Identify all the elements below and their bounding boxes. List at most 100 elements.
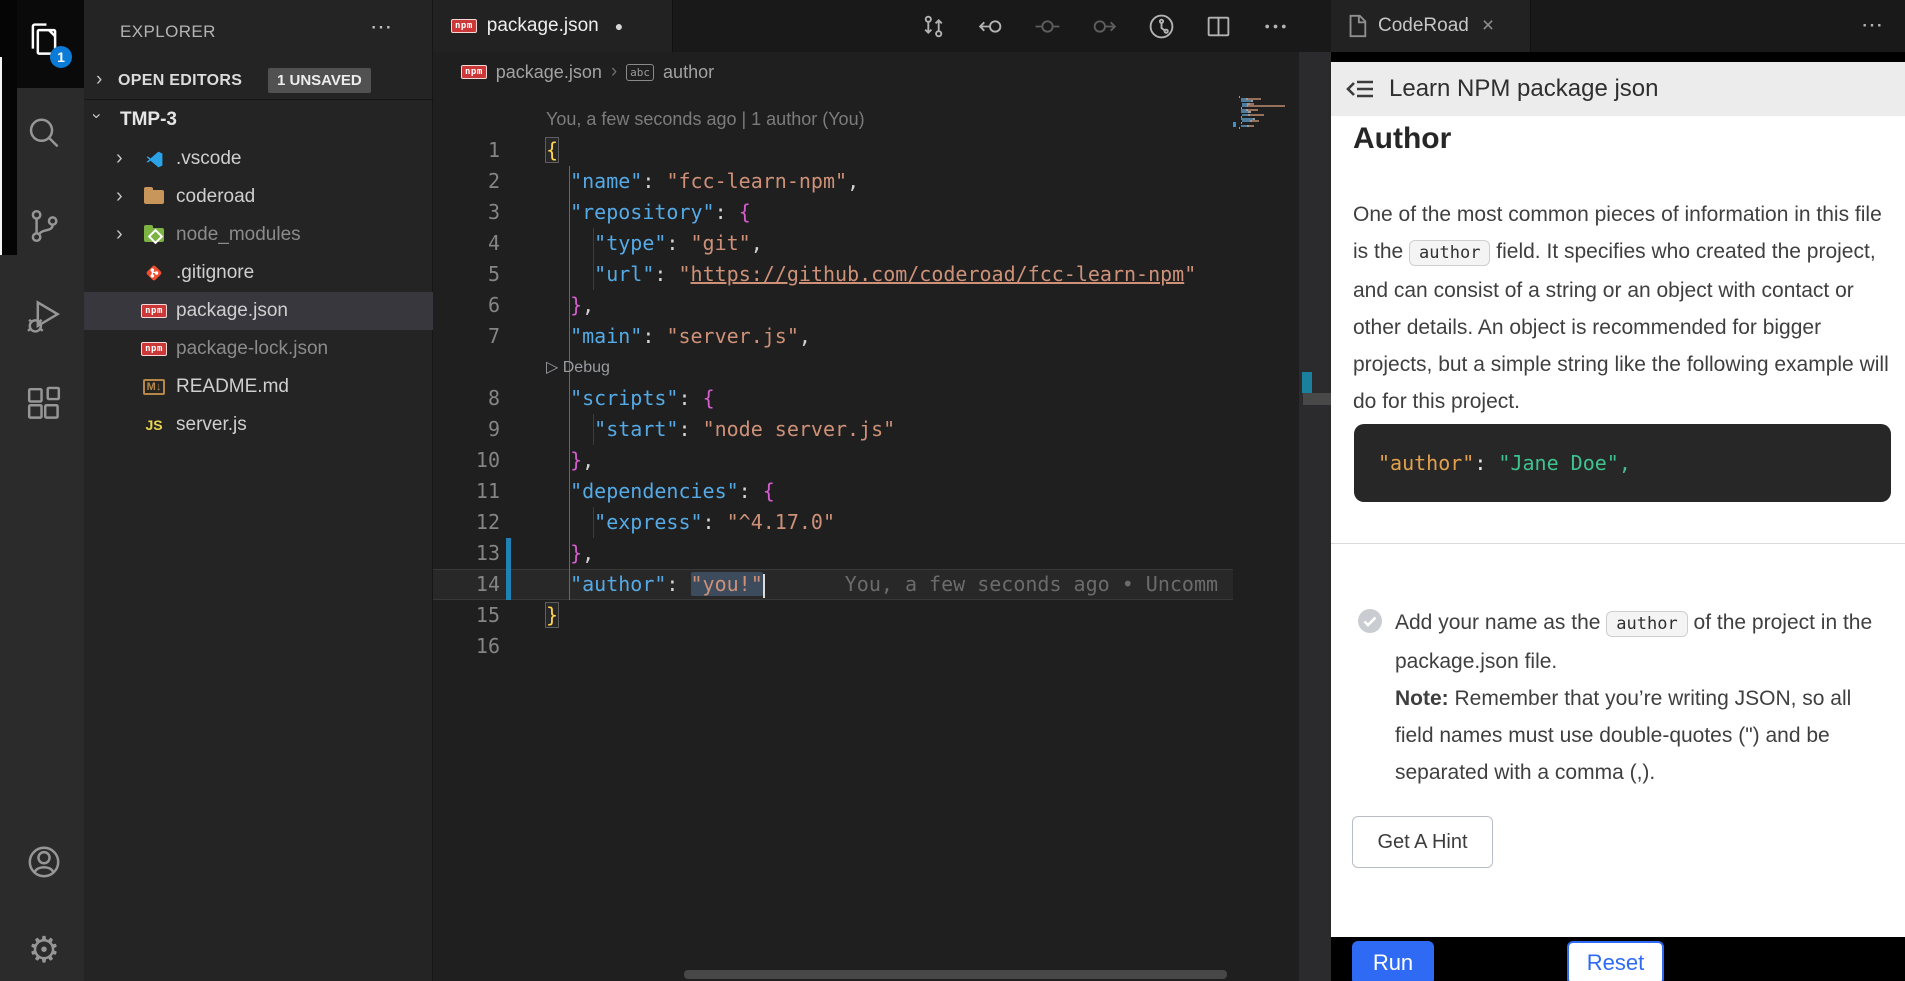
- code-line-text: "express": "^4.17.0": [546, 507, 835, 538]
- line-number[interactable]: 13: [433, 538, 500, 569]
- line-number[interactable]: 2: [433, 166, 500, 197]
- code-token: {: [763, 479, 775, 503]
- node-icon: [142, 224, 166, 246]
- file-item-package-lock-json[interactable]: npmpackage-lock.json: [84, 330, 433, 368]
- line-number[interactable]: 16: [433, 631, 500, 662]
- code-token: [546, 293, 570, 317]
- tab-package-json[interactable]: npm package.json ●: [433, 0, 673, 52]
- line-number[interactable]: 8: [433, 383, 500, 414]
- minimap[interactable]: [1233, 96, 1299, 156]
- task-note-text: Remember that you’re writing JSON, so al…: [1395, 687, 1851, 784]
- minimap-pixels: [1249, 125, 1254, 127]
- step-heading: Author: [1353, 122, 1451, 156]
- breadcrumb-symbol[interactable]: author: [663, 62, 714, 83]
- account-icon: [23, 841, 65, 883]
- code-token: "fcc-learn-npm": [666, 169, 847, 193]
- run-button[interactable]: Run: [1352, 941, 1434, 981]
- file-item-package-json[interactable]: npm package.json: [84, 292, 433, 330]
- breadcrumb: npm package.json › abc author: [461, 52, 714, 92]
- code-token: {: [545, 137, 559, 163]
- line-number[interactable]: 12: [433, 507, 500, 538]
- npm-icon: npm: [142, 300, 166, 322]
- split-editor-icon[interactable]: [1205, 13, 1232, 40]
- vertical-scrollbar[interactable]: [1299, 52, 1331, 981]
- debug-codelens[interactable]: ▷ Debug: [546, 352, 610, 383]
- horizontal-scrollbar[interactable]: [684, 970, 1227, 979]
- settings-icon: ⚙: [28, 932, 60, 968]
- markdown-icon: M↓: [142, 376, 166, 398]
- activitybar-item-extensions[interactable]: [18, 378, 70, 430]
- file-item-label: .vscode: [176, 148, 241, 170]
- file-item-gitignore[interactable]: .gitignore: [84, 254, 433, 292]
- reset-button[interactable]: Reset: [1567, 941, 1664, 981]
- code-token: ,: [582, 448, 594, 472]
- file-item-label: node_modules: [176, 224, 301, 246]
- file-item-label: package.json: [176, 300, 288, 322]
- modified-indicator[interactable]: ●: [615, 18, 623, 34]
- code-line-text: "url": "https://github.com/coderoad/fcc-…: [546, 259, 1196, 290]
- line-number[interactable]: 5: [433, 259, 500, 290]
- line-number[interactable]: 4: [433, 228, 500, 259]
- file-tree: ›.vscode›coderoad›node_modules.gitignore…: [84, 0, 433, 981]
- tutorial-title: Learn NPM package json: [1389, 75, 1658, 103]
- code-token: ": [1184, 262, 1196, 286]
- code-token: }: [570, 293, 582, 317]
- line-number[interactable]: 6: [433, 290, 500, 321]
- line-number[interactable]: 15: [433, 600, 500, 631]
- activitybar-item-search[interactable]: [18, 108, 70, 160]
- get-a-hint-button[interactable]: Get A Hint: [1352, 816, 1493, 868]
- minimap-pixels: [1239, 127, 1240, 129]
- file-item-server-js[interactable]: JSserver.js: [84, 406, 433, 444]
- line-number[interactable]: 3: [433, 197, 500, 228]
- inline-code-chip: author: [1606, 611, 1687, 637]
- file-item-node-modules[interactable]: ›node_modules: [84, 216, 433, 254]
- file-item-readme-md[interactable]: M↓README.md: [84, 368, 433, 406]
- code-line: 6 },: [433, 290, 1233, 321]
- code-line-text: {: [546, 135, 558, 166]
- line-number[interactable]: 9: [433, 414, 500, 445]
- compare-changes-icon[interactable]: [920, 13, 947, 40]
- minimap-line: [1242, 114, 1263, 116]
- more-actions-icon[interactable]: [1262, 13, 1289, 40]
- code-token: "^4.17.0": [727, 510, 835, 534]
- tab-coderoad[interactable]: CodeRoad ×: [1331, 0, 1531, 52]
- breadcrumb-file[interactable]: package.json: [496, 62, 602, 83]
- activitybar-item-account[interactable]: [18, 836, 70, 888]
- line-number[interactable]: 7: [433, 321, 500, 352]
- file-item-label: server.js: [176, 414, 247, 436]
- code-token: ,: [751, 231, 763, 255]
- code-token: :: [739, 479, 763, 503]
- previous-change-icon[interactable]: [977, 13, 1004, 40]
- minimap-line: [1242, 120, 1259, 122]
- panel-more-actions-icon[interactable]: ⋯: [1861, 12, 1883, 38]
- step-description: One of the most common pieces of informa…: [1353, 196, 1893, 420]
- npm-icon: npm: [451, 19, 477, 33]
- code-token: "node server.js": [703, 417, 896, 441]
- code-token: }: [545, 602, 559, 628]
- tab-label: package.json: [487, 15, 599, 37]
- example-code-block: "author": "Jane Doe",: [1354, 424, 1891, 502]
- file-item-vscode[interactable]: ›.vscode: [84, 140, 433, 178]
- menu-back-icon[interactable]: [1345, 74, 1375, 104]
- activitybar-item-run-debug[interactable]: [18, 290, 70, 342]
- codelens-row[interactable]: ▷ Debug: [433, 352, 1233, 383]
- next-change-icon[interactable]: [1091, 13, 1118, 40]
- activitybar-item-source-control[interactable]: [18, 200, 70, 252]
- file-item-coderoad[interactable]: ›coderoad: [84, 178, 433, 216]
- line-number[interactable]: 14: [433, 569, 500, 600]
- line-number[interactable]: 10: [433, 445, 500, 476]
- commit-icon[interactable]: [1034, 13, 1061, 40]
- overview-ruler-cursor-marker: [1303, 393, 1331, 405]
- line-number[interactable]: 1: [433, 135, 500, 166]
- gitlens-file-blame[interactable]: You, a few seconds ago | 1 author (You): [546, 104, 865, 135]
- editor-group: npm package.json ● npm package.json › ab…: [433, 0, 1331, 981]
- left-edge-highlight: [0, 57, 2, 255]
- activitybar-item-settings[interactable]: ⚙: [18, 924, 70, 976]
- chevron-right-icon: ›: [116, 186, 123, 206]
- code-token: "git": [691, 231, 751, 255]
- timeline-icon[interactable]: [1148, 13, 1175, 40]
- editor-tab-bar: npm package.json ●: [433, 0, 1331, 52]
- line-number[interactable]: 11: [433, 476, 500, 507]
- activitybar-item-explorer[interactable]: 1: [18, 14, 70, 66]
- tab-close-icon[interactable]: ×: [1482, 14, 1494, 38]
